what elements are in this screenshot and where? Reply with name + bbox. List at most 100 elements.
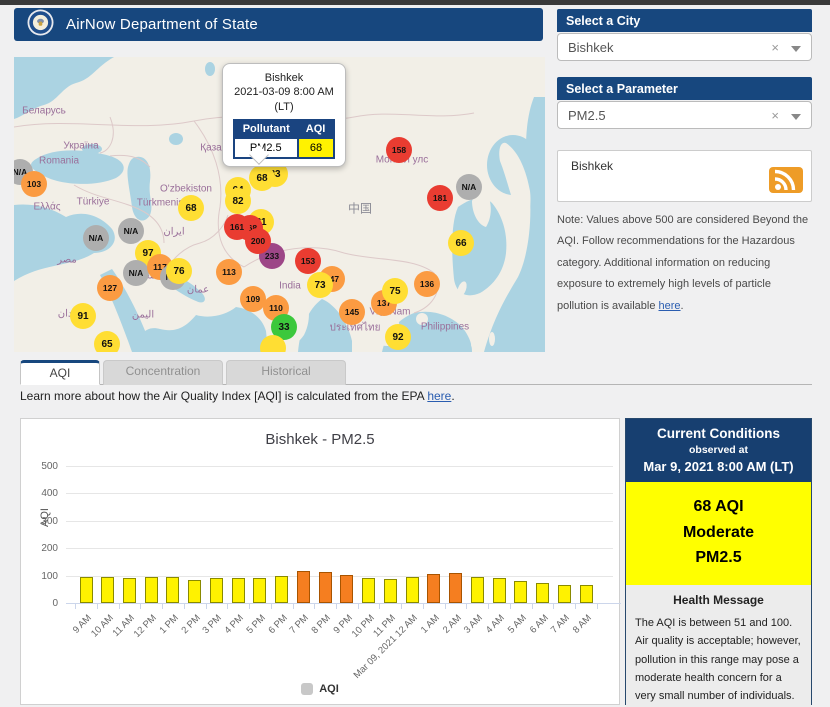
tab-bar: AQI Concentration Historical	[20, 360, 812, 385]
x-tick	[249, 604, 251, 609]
aqi-bar[interactable]	[122, 578, 136, 603]
aqi-note: Note: Values above 500 are considered Be…	[557, 210, 813, 317]
aqi-marker[interactable]: 113	[216, 259, 242, 285]
aqi-bar[interactable]	[514, 581, 528, 603]
parameter-select[interactable]: PM2.5 ×	[557, 101, 812, 129]
aqi-bar[interactable]	[253, 578, 267, 603]
aqi-bar[interactable]	[209, 578, 223, 603]
app-title: AirNow Department of State	[66, 16, 258, 33]
select-city-header: Select a City	[557, 9, 812, 32]
x-tick	[162, 604, 164, 609]
map-country-label: 中国	[347, 201, 373, 216]
aqi-marker[interactable]: 68	[249, 165, 275, 191]
learn-more-after: .	[451, 389, 455, 403]
health-message-title: Health Message	[673, 592, 764, 607]
tooltip-datetime: 2021-03-09 8:00 AM	[234, 86, 334, 99]
map-tooltip: Bishkek 2021-03-09 8:00 AM (LT) Pollutan…	[222, 63, 346, 167]
aqi-bar[interactable]	[449, 572, 463, 603]
clear-icon[interactable]: ×	[771, 40, 779, 55]
aqi-bar[interactable]	[79, 577, 93, 603]
aqi-marker[interactable]: 73	[307, 272, 333, 298]
x-tick	[183, 604, 185, 609]
aqi-bar[interactable]	[405, 577, 419, 603]
legend-swatch	[301, 683, 314, 695]
aqi-bar[interactable]	[557, 584, 571, 603]
aqi-marker[interactable]: 153	[295, 248, 321, 274]
health-message-block: Health Message The AQI is between 51 and…	[626, 584, 811, 707]
aqi-marker[interactable]: 65	[94, 331, 120, 352]
note-link[interactable]: here	[659, 300, 681, 312]
page: AirNow Department of State Беларусь Укра…	[0, 0, 830, 707]
aqi-bar[interactable]	[296, 570, 310, 603]
aqi-bar[interactable]	[536, 582, 550, 603]
aqi-bar[interactable]	[492, 578, 506, 603]
parameter-select-value: PM2.5	[568, 108, 606, 123]
aqi-marker[interactable]: N/A	[123, 260, 149, 286]
aqi-bar[interactable]	[340, 575, 354, 603]
aqi-bar[interactable]	[231, 578, 245, 603]
tooltip-table: Pollutant AQI PM2.5 68	[232, 118, 336, 159]
tab-concentration[interactable]: Concentration	[103, 360, 223, 385]
gridline	[66, 493, 613, 495]
aqi-marker[interactable]: 91	[70, 303, 96, 329]
x-tick	[336, 604, 337, 609]
aqi-bar[interactable]	[427, 574, 441, 603]
gridline	[66, 465, 613, 467]
chevron-down-icon[interactable]	[791, 114, 801, 120]
conditions-datetime: Mar 9, 2021 8:00 AM (LT)	[643, 459, 794, 474]
aqi-marker[interactable]: 75	[382, 278, 408, 304]
aqi-bar[interactable]	[166, 577, 180, 603]
city-select-value: Bishkek	[568, 40, 614, 55]
aqi-bar[interactable]	[318, 571, 332, 603]
tooltip-aqi-value: 68	[296, 136, 335, 158]
aqi-bar[interactable]	[579, 584, 593, 603]
aqi-bar[interactable]	[188, 579, 202, 603]
learn-more-link[interactable]: here	[427, 389, 451, 403]
rss-icon[interactable]	[769, 167, 803, 193]
conditions-observed: observed at	[689, 444, 748, 456]
aqi-bar[interactable]	[362, 578, 376, 603]
map-country-label: اليمن	[131, 309, 155, 321]
learn-more-text: Learn more about how the Air Quality Ind…	[20, 389, 455, 403]
aqi-map[interactable]: Беларусь Україна Romania Ελλάς Türkiye Қаза O'…	[14, 57, 545, 352]
x-tick	[75, 604, 77, 609]
aqi-marker[interactable]: 158	[386, 137, 412, 163]
tab-historical[interactable]: Historical	[226, 360, 346, 385]
aqi-marker[interactable]: 181	[427, 185, 453, 211]
map-country-label: Қаза	[200, 142, 222, 154]
aqi-marker[interactable]: 136	[414, 271, 440, 297]
aqi-bar[interactable]	[470, 576, 484, 603]
learn-more-before: Learn more about how the Air Quality Ind…	[20, 389, 428, 403]
tab-aqi[interactable]: AQI	[20, 360, 100, 385]
clear-icon[interactable]: ×	[771, 108, 779, 123]
aqi-marker[interactable]: 127	[97, 275, 123, 301]
aqi-marker[interactable]: 82	[225, 188, 251, 214]
aqi-bar[interactable]	[275, 576, 289, 603]
chevron-down-icon[interactable]	[791, 46, 801, 52]
aqi-marker[interactable]: 103	[21, 171, 47, 197]
rss-feed-box: Bishkek	[557, 150, 812, 202]
aqi-marker[interactable]: 76	[166, 258, 192, 284]
city-select[interactable]: Bishkek ×	[557, 33, 812, 61]
aqi-bar[interactable]	[383, 579, 397, 603]
x-tick	[314, 604, 316, 609]
aqi-marker[interactable]: N/A	[456, 174, 482, 200]
conditions-aqi-value: 68 AQI	[693, 498, 744, 515]
aqi-marker[interactable]: 66	[448, 230, 474, 256]
aqi-marker[interactable]: 68	[178, 195, 204, 221]
aqi-marker[interactable]: N/A	[118, 218, 144, 244]
aqi-bar[interactable]	[144, 577, 158, 603]
aqi-marker[interactable]: 200	[245, 228, 271, 254]
aqi-bar[interactable]	[101, 577, 115, 603]
x-tick	[509, 604, 511, 609]
conditions-header: Current Conditions observed at Mar 9, 20…	[626, 419, 811, 482]
map-country-label: Україна	[63, 140, 99, 152]
map-country-label: Philippines	[420, 321, 470, 333]
aqi-marker[interactable]: 145	[339, 299, 365, 325]
x-tick	[357, 604, 359, 609]
aqi-marker[interactable]: N/A	[83, 225, 109, 251]
x-tick	[488, 604, 490, 609]
conditions-pollutant: PM2.5	[695, 549, 742, 567]
aqi-marker[interactable]: 92	[385, 324, 411, 350]
chart-legend[interactable]: AQI	[21, 683, 619, 695]
